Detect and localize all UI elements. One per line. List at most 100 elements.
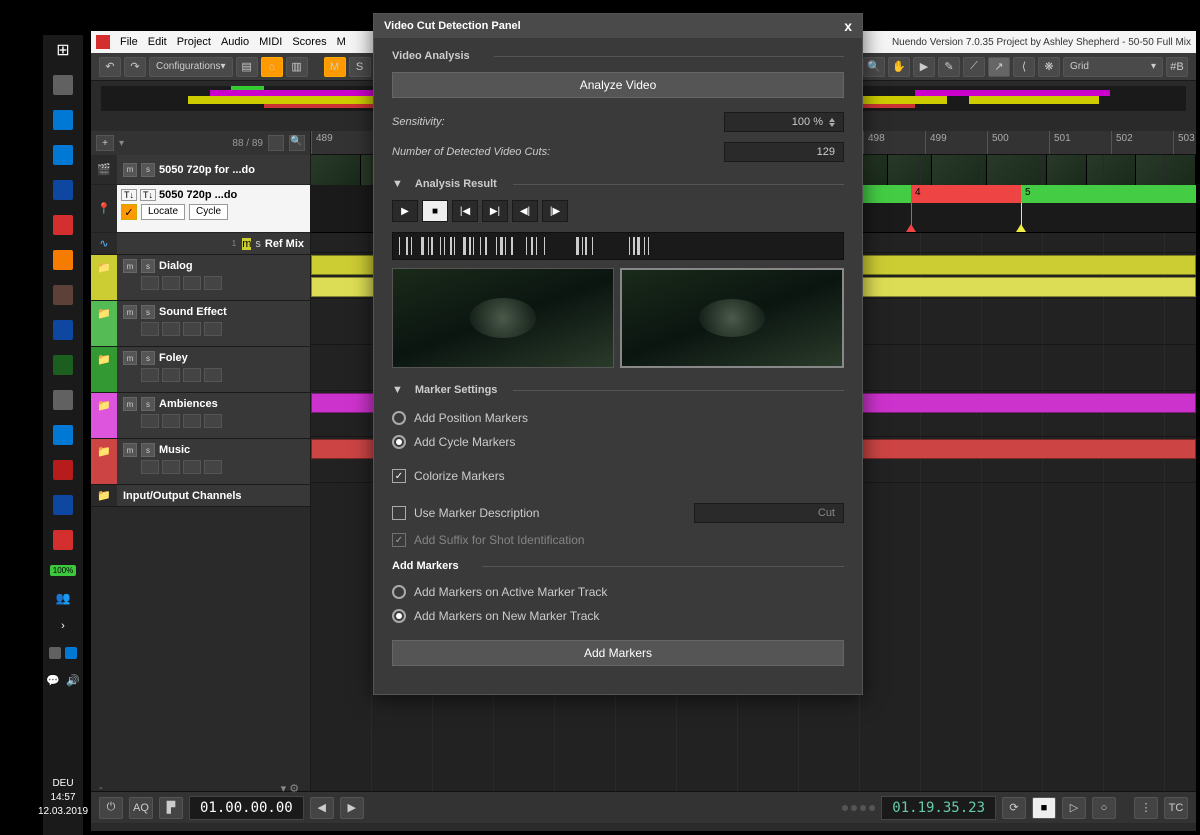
taskbar-app-10[interactable] [53, 390, 73, 410]
tool-warp[interactable]: ⟨ [1013, 57, 1035, 77]
taskbar-app-1[interactable] [53, 75, 73, 95]
preview-frame-left[interactable] [392, 268, 614, 368]
toolbar-btn-1[interactable]: ▤ [236, 57, 258, 77]
analyze-video-button[interactable]: Analyze Video [392, 72, 844, 98]
solo-button[interactable]: s [141, 259, 155, 273]
toolbar-btn-2[interactable]: ▥ [286, 57, 308, 77]
aq-button[interactable]: AQ [129, 797, 153, 819]
stepper-icon[interactable] [829, 118, 835, 127]
volume-icon[interactable]: 🔊 [66, 674, 80, 687]
mute-button[interactable]: m [123, 397, 137, 411]
add-markers-button[interactable]: Add Markers [392, 640, 844, 666]
redo-button[interactable]: ↷ [124, 57, 146, 77]
visibility-icon[interactable] [268, 135, 284, 151]
sensitivity-input[interactable]: 100 % [724, 112, 844, 132]
sub-ctrl[interactable] [162, 322, 180, 336]
sub-ctrl[interactable] [141, 368, 159, 382]
right-locator[interactable]: ▶ [340, 797, 364, 819]
language-indicator[interactable]: DEU [38, 778, 88, 789]
locate-button[interactable]: Locate [141, 204, 185, 220]
add-position-radio[interactable]: Add Position Markers [392, 406, 844, 430]
mute-button[interactable]: m [123, 305, 137, 319]
colorize-check[interactable]: Colorize Markers [392, 464, 844, 488]
people-icon[interactable]: 👥 [56, 591, 71, 605]
taskbar-app-3[interactable] [53, 145, 73, 165]
solo-button[interactable]: s [141, 351, 155, 365]
collapse-icon[interactable]: - [99, 782, 103, 795]
mute-button[interactable]: m [123, 443, 137, 457]
expand-tray-icon[interactable]: › [61, 620, 65, 632]
sub-ctrl[interactable] [162, 414, 180, 428]
preview-frame-right[interactable] [620, 268, 844, 368]
folder-music[interactable]: 📁 msMusic [91, 439, 310, 485]
folder-dialog[interactable]: 📁 msDialog [91, 255, 310, 301]
sub-ctrl[interactable] [141, 322, 159, 336]
action-center-icon[interactable]: 💬 [46, 674, 60, 687]
marker-track[interactable]: 📍 T↓ T↓ 5050 720p ...do ✓ Locate Cycle [91, 185, 310, 233]
tool-play[interactable]: ▶ [913, 57, 935, 77]
left-locator[interactable]: ◀ [310, 797, 334, 819]
primary-time[interactable]: 01.00.00.00 [189, 796, 304, 820]
skip-fwd-icon[interactable]: |▶ [542, 200, 568, 222]
taskbar-app-13[interactable] [53, 495, 73, 515]
punch-in-button[interactable]: ▛ [159, 797, 183, 819]
secondary-time[interactable]: 01.19.35.23 [881, 796, 996, 820]
cuts-barcode[interactable] [392, 232, 844, 260]
cycle-button[interactable]: ⟳ [1002, 797, 1026, 819]
analysis-result-section[interactable]: ▼Analysis Result [392, 178, 844, 190]
sub-ctrl[interactable] [204, 460, 222, 474]
marker-settings-section[interactable]: ▼Marker Settings [392, 384, 844, 396]
solo-button[interactable]: s [141, 443, 155, 457]
next-icon[interactable]: ▶| [482, 200, 508, 222]
taskbar-app-11[interactable] [53, 425, 73, 445]
configurations-dropdown[interactable]: Configurations ▾ [149, 57, 233, 77]
marker-active-check[interactable]: ✓ [121, 204, 137, 220]
solo-button[interactable]: s [141, 397, 155, 411]
mute-button[interactable]: m [242, 238, 251, 250]
sub-ctrl[interactable] [204, 414, 222, 428]
panel-title-bar[interactable]: Video Cut Detection Panel x [374, 14, 862, 38]
stop-button[interactable]: ■ [1032, 797, 1056, 819]
sub-ctrl[interactable] [183, 460, 201, 474]
tray-icon[interactable] [49, 647, 61, 659]
video-track[interactable]: 🎬 m s 5050 720p for ...do [91, 155, 310, 185]
tool-draw[interactable]: ✎ [938, 57, 960, 77]
mute-all-button[interactable]: M [324, 57, 346, 77]
taskbar-app-6[interactable] [53, 250, 73, 270]
menu-midi[interactable]: MIDI [259, 36, 282, 48]
grid-type-button[interactable]: # B [1166, 57, 1188, 77]
sub-ctrl[interactable] [162, 460, 180, 474]
start-icon[interactable]: ⊞ [56, 40, 69, 60]
add-track-button[interactable]: + [96, 135, 114, 151]
cycle-marker-4[interactable]: 4 [911, 185, 1021, 203]
play-icon[interactable]: ▶ [392, 200, 418, 222]
play-button[interactable]: ▷ [1062, 797, 1086, 819]
solo-all-button[interactable]: S [349, 57, 371, 77]
add-cycle-radio[interactable]: Add Cycle Markers [392, 430, 844, 454]
taskbar-app-14[interactable] [53, 530, 73, 550]
taskbar-app-8[interactable] [53, 320, 73, 340]
taskbar-app-5[interactable] [53, 215, 73, 235]
toolbar-btn-home[interactable]: ⌂ [261, 57, 283, 77]
more-button[interactable]: ⋮ [1134, 797, 1158, 819]
sub-ctrl[interactable] [141, 276, 159, 290]
cycle-button[interactable]: Cycle [189, 204, 228, 220]
sub-ctrl[interactable] [183, 322, 201, 336]
cycle-marker-5[interactable]: 5 [1021, 185, 1196, 203]
tool-zoom[interactable]: 🔍 [863, 57, 885, 77]
sub-ctrl[interactable] [141, 460, 159, 474]
folder-sfx[interactable]: 📁 msSound Effect [91, 301, 310, 347]
tool-active[interactable]: ↗ [988, 57, 1010, 77]
menu-scores[interactable]: Scores [292, 36, 326, 48]
menu-audio[interactable]: Audio [221, 36, 249, 48]
close-icon[interactable]: x [844, 18, 852, 34]
taskbar-app-7[interactable] [53, 285, 73, 305]
solo-button[interactable]: s [255, 238, 261, 250]
folder-foley[interactable]: 📁 msFoley [91, 347, 310, 393]
tool-hand[interactable]: ✋ [888, 57, 910, 77]
mute-button[interactable]: m [123, 163, 137, 177]
sub-ctrl[interactable] [183, 414, 201, 428]
search-track-icon[interactable]: 🔍 [289, 135, 305, 151]
marker-flag[interactable] [1021, 203, 1022, 232]
prev-icon[interactable]: |◀ [452, 200, 478, 222]
